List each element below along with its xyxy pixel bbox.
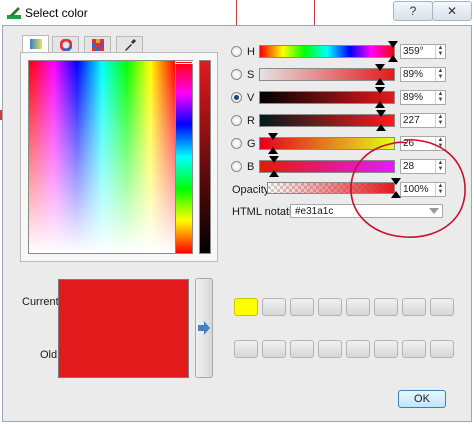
green-slider-handle[interactable] bbox=[268, 133, 278, 140]
color-slot-10[interactable] bbox=[262, 340, 286, 358]
label-r: R bbox=[247, 115, 255, 127]
color-slot-4[interactable] bbox=[318, 298, 342, 316]
eyedropper-icon bbox=[125, 39, 136, 51]
label-b: B bbox=[247, 161, 255, 173]
html-notation-value: #e31a1c bbox=[295, 206, 334, 217]
label-h: H bbox=[247, 46, 255, 58]
radio-h[interactable] bbox=[231, 46, 242, 57]
red-value: 227 bbox=[403, 115, 420, 126]
red-slider-handle-bottom[interactable] bbox=[376, 124, 386, 131]
color-slot-7[interactable] bbox=[402, 298, 426, 316]
color-slot-5[interactable] bbox=[346, 298, 370, 316]
blue-slider-handle[interactable] bbox=[269, 156, 279, 163]
hue-slider-handle[interactable] bbox=[388, 41, 398, 48]
radio-r[interactable] bbox=[231, 115, 242, 126]
title-bar: Select color ? ✕ bbox=[0, 0, 474, 26]
hue-slider-handle-bottom[interactable] bbox=[388, 55, 398, 62]
hue-slider[interactable] bbox=[259, 41, 398, 62]
value-slider-handle-bottom[interactable] bbox=[375, 101, 385, 108]
value-value: 89% bbox=[403, 92, 424, 103]
close-button[interactable]: ✕ bbox=[432, 1, 472, 21]
saturation-slider-handle[interactable] bbox=[375, 64, 385, 71]
label-g: G bbox=[247, 138, 256, 150]
red-spinbox[interactable]: 227 ▲ ▼ bbox=[400, 113, 446, 128]
tab-color-wheel[interactable] bbox=[52, 36, 79, 52]
value-spinbox[interactable]: 89% ▲ ▼ bbox=[400, 90, 446, 105]
color-slot-2[interactable] bbox=[262, 298, 286, 316]
red-slider[interactable] bbox=[259, 110, 395, 131]
tab-color-ramp[interactable] bbox=[22, 35, 49, 52]
label-v: V bbox=[247, 92, 255, 104]
radio-v[interactable] bbox=[231, 92, 242, 103]
color-preview-swatch[interactable] bbox=[58, 279, 189, 378]
window-title: Select color bbox=[25, 6, 88, 20]
color-area-picker[interactable] bbox=[28, 60, 176, 254]
hue-value: 359° bbox=[403, 46, 424, 57]
spin-arrows-icon[interactable]: ▲ ▼ bbox=[435, 91, 445, 104]
color-slot-12[interactable] bbox=[318, 340, 342, 358]
color-ramp-icon bbox=[30, 39, 42, 49]
color-slot-8[interactable] bbox=[430, 298, 454, 316]
arrow-right-icon bbox=[198, 321, 210, 335]
color-slot-6[interactable] bbox=[374, 298, 398, 316]
hue-strip-handle[interactable] bbox=[175, 61, 193, 64]
radio-s[interactable] bbox=[231, 69, 242, 80]
ok-button[interactable]: OK bbox=[398, 390, 446, 408]
color-slot-9[interactable] bbox=[234, 340, 258, 358]
color-slot-1[interactable] bbox=[234, 298, 258, 316]
spin-arrows-icon[interactable]: ▲ ▼ bbox=[435, 114, 445, 127]
help-button[interactable]: ? bbox=[393, 1, 433, 21]
color-slot-11[interactable] bbox=[290, 340, 314, 358]
old-label: Old bbox=[40, 349, 58, 361]
current-label: Current bbox=[22, 296, 59, 308]
annotation-circle bbox=[350, 139, 466, 238]
value-slider-handle[interactable] bbox=[375, 87, 385, 94]
color-slot-14[interactable] bbox=[374, 340, 398, 358]
color-wheel-icon bbox=[60, 39, 72, 51]
hue-strip[interactable] bbox=[175, 60, 193, 254]
red-slider-handle[interactable] bbox=[376, 110, 386, 117]
green-slider-handle-bottom[interactable] bbox=[268, 147, 278, 154]
hue-spinbox[interactable]: 359° ▲ ▼ bbox=[400, 44, 446, 59]
color-slot-13[interactable] bbox=[346, 340, 370, 358]
color-slot-3[interactable] bbox=[290, 298, 314, 316]
saturation-slider[interactable] bbox=[259, 64, 395, 85]
saturation-slider-handle-bottom[interactable] bbox=[375, 78, 385, 85]
opacity-label: Opacity bbox=[232, 184, 270, 196]
saturation-value: 89% bbox=[403, 69, 424, 80]
value-slider[interactable] bbox=[259, 87, 395, 108]
color-slot-16[interactable] bbox=[430, 340, 454, 358]
color-slot-15[interactable] bbox=[402, 340, 426, 358]
blue-slider-handle-bottom[interactable] bbox=[269, 170, 279, 177]
radio-g[interactable] bbox=[231, 138, 242, 149]
spin-arrows-icon[interactable]: ▲ ▼ bbox=[435, 45, 445, 58]
value-strip[interactable] bbox=[199, 60, 211, 254]
tab-palette[interactable] bbox=[84, 36, 111, 52]
spin-arrows-icon[interactable]: ▲ ▼ bbox=[435, 68, 445, 81]
radio-b[interactable] bbox=[231, 161, 242, 172]
palette-grid-icon bbox=[92, 39, 104, 51]
label-s: S bbox=[247, 69, 255, 81]
tab-color-sampler[interactable] bbox=[116, 36, 143, 52]
saturation-spinbox[interactable]: 89% ▲ ▼ bbox=[400, 67, 446, 82]
add-to-colors-button[interactable] bbox=[195, 278, 213, 378]
color-pencil-icon bbox=[7, 7, 21, 19]
